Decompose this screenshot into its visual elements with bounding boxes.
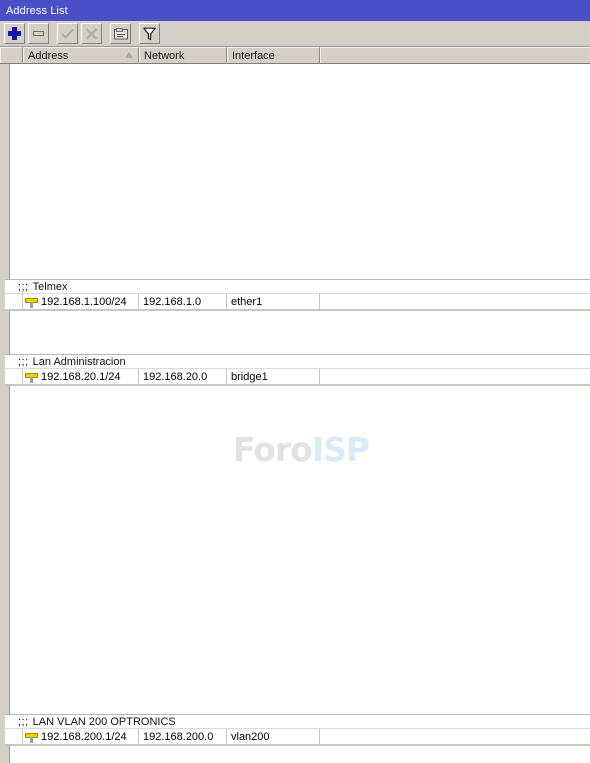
row-separator	[5, 745, 590, 746]
table-row[interactable]: 192.168.200.1/24 192.168.200.0 vlan200	[5, 728, 590, 745]
row-interface-cell[interactable]: vlan200	[227, 728, 320, 745]
row-address-text: 192.168.1.100/24	[41, 295, 127, 308]
row-address-cell[interactable]: 192.168.20.1/24	[23, 368, 139, 385]
row-separator	[5, 310, 590, 311]
comment-text: LAN VLAN 200 OPTRONICS	[32, 715, 176, 728]
toolbar	[0, 21, 590, 47]
address-table: Address Network Interface ForoISP ;;; Te…	[0, 47, 590, 763]
address-icon	[25, 371, 38, 383]
row-spare-cell[interactable]	[320, 729, 590, 745]
row-separator	[5, 385, 590, 386]
row-network-cell[interactable]: 192.168.200.0	[139, 728, 227, 745]
remove-button[interactable]	[28, 23, 49, 44]
watermark: ForoISP	[233, 430, 370, 469]
row-address-text: 192.168.20.1/24	[41, 370, 121, 383]
comment-prefix: ;;;	[18, 355, 29, 368]
address-list-window: Address List Address Network Interface F…	[0, 0, 590, 763]
address-icon	[25, 731, 38, 743]
comment-text: Telmex	[32, 280, 68, 293]
watermark-isp: ISP	[311, 430, 370, 469]
row-interface-text: bridge1	[231, 370, 268, 383]
column-header-spare[interactable]	[320, 47, 590, 63]
plus-icon	[8, 27, 21, 40]
comment-row[interactable]: ;;; Telmex	[5, 279, 590, 294]
row-network-text: 192.168.20.0	[143, 370, 208, 383]
row-flag-cell	[5, 293, 23, 310]
row-interface-text: vlan200	[231, 730, 270, 743]
row-network-cell[interactable]: 192.168.20.0	[139, 368, 227, 385]
column-header-interface-label: Interface	[232, 49, 275, 62]
row-spare-cell[interactable]	[320, 294, 590, 310]
row-network-cell[interactable]: 192.168.1.0	[139, 293, 227, 310]
enable-button[interactable]	[57, 23, 78, 44]
address-list-body[interactable]: ForoISP ;;; Telmex 192.168.1.100/24 192.…	[0, 64, 590, 763]
add-button[interactable]	[4, 23, 25, 44]
comment-prefix: ;;;	[18, 715, 29, 728]
row-flag-cell	[5, 728, 23, 745]
comment-text: Lan Administracion	[32, 355, 126, 368]
column-header-interface[interactable]: Interface	[227, 47, 320, 63]
table-row[interactable]: 192.168.1.100/24 192.168.1.0 ether1	[5, 293, 590, 310]
window-title: Address List	[6, 4, 68, 17]
sort-ascending-icon	[125, 52, 133, 58]
watermark-foro: Foro	[233, 430, 313, 469]
row-spare-cell[interactable]	[320, 369, 590, 385]
row-address-cell[interactable]: 192.168.200.1/24	[23, 728, 139, 745]
address-icon	[25, 296, 38, 308]
row-address-cell[interactable]: 192.168.1.100/24	[23, 293, 139, 310]
minus-icon	[33, 31, 44, 36]
disable-button[interactable]	[81, 23, 102, 44]
row-interface-cell[interactable]: ether1	[227, 293, 320, 310]
row-network-text: 192.168.200.0	[143, 730, 214, 743]
column-header-network[interactable]: Network	[139, 47, 227, 63]
table-row[interactable]: 192.168.20.1/24 192.168.20.0 bridge1	[5, 368, 590, 385]
row-address-text: 192.168.200.1/24	[41, 730, 127, 743]
x-icon	[85, 27, 98, 40]
column-header-marker[interactable]	[0, 47, 23, 63]
column-header-address[interactable]: Address	[23, 47, 139, 63]
filter-button[interactable]	[139, 23, 160, 44]
row-interface-text: ether1	[231, 295, 263, 308]
comment-icon	[113, 27, 128, 39]
column-header-network-label: Network	[144, 49, 185, 62]
column-header-address-label: Address	[28, 49, 69, 62]
row-network-text: 192.168.1.0	[143, 295, 202, 308]
table-header-row: Address Network Interface	[0, 47, 590, 64]
comment-row[interactable]: ;;; LAN VLAN 200 OPTRONICS	[5, 714, 590, 729]
window-titlebar: Address List	[0, 0, 590, 21]
row-flag-cell	[5, 368, 23, 385]
funnel-icon	[143, 27, 156, 40]
row-interface-cell[interactable]: bridge1	[227, 368, 320, 385]
comment-button[interactable]	[110, 23, 131, 44]
comment-row[interactable]: ;;; Lan Administracion	[5, 354, 590, 369]
comment-prefix: ;;;	[18, 280, 29, 293]
row-gutter	[5, 64, 10, 763]
check-icon	[61, 28, 74, 39]
